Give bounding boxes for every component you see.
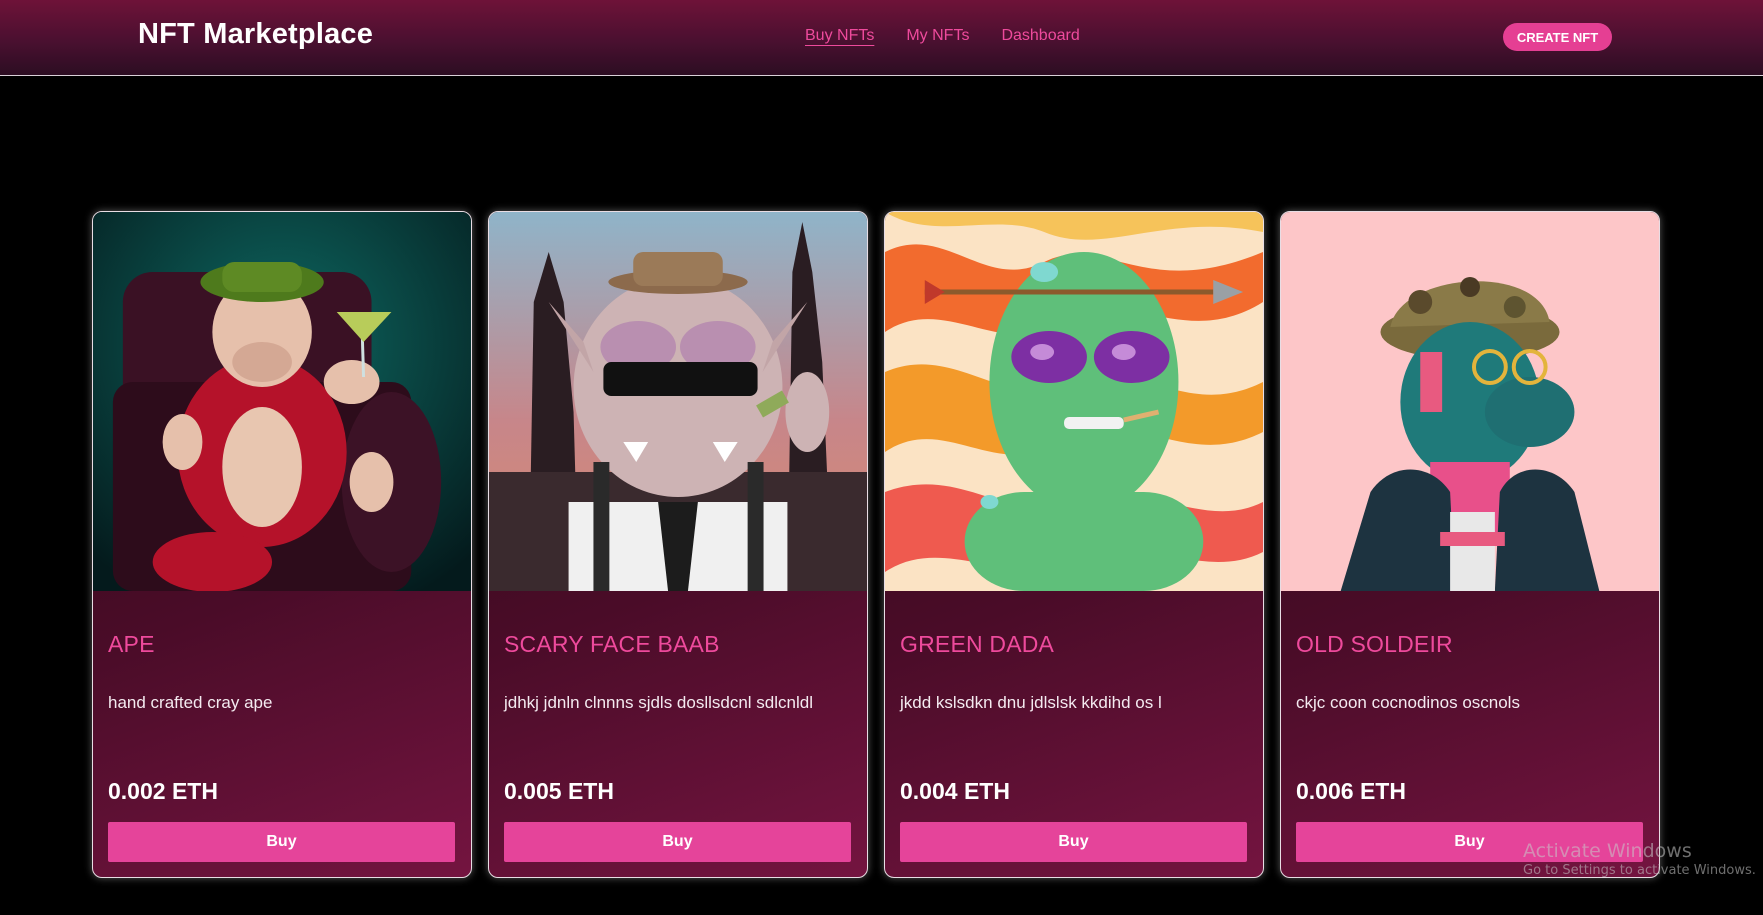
buy-button[interactable]: Buy [900,822,1247,862]
nav-links: Buy NFTs My NFTs Dashboard [805,27,1080,45]
nft-card: APE hand crafted cray ape 0.002 ETH Buy [92,211,472,878]
nft-card-title: GREEN DADA [900,631,1055,658]
navbar: NFT Marketplace Buy NFTs My NFTs Dashboa… [0,0,1763,76]
watermark-title: Activate Windows [1523,840,1692,862]
nft-card-title: APE [108,631,155,658]
activate-windows-watermark: Activate Windows Go to Settings to activ… [1523,840,1756,878]
nft-card-price: 0.006 ETH [1296,778,1406,804]
nft-card-description: jkdd kslsdkn dnu jdlslsk kkdihd os l [900,693,1162,712]
nft-card: SCARY FACE BAAB jdhkj jdnln clnnns sjdls… [488,211,868,878]
buy-button[interactable]: Buy [504,822,851,862]
green-alien-nft-image[interactable] [885,212,1263,591]
watermark-subtitle: Go to Settings to activate Windows. [1523,862,1756,878]
nft-card-title: OLD SOLDEIR [1296,631,1453,658]
ape-nft-image[interactable] [93,212,471,591]
nft-card-description: ckjc coon cocnodinos oscnols [1296,693,1520,712]
nft-card-price: 0.002 ETH [108,778,218,804]
nft-card: GREEN DADA jkdd kslsdkn dnu jdlslsk kkdi… [884,211,1264,878]
nft-card-description: jdhkj jdnln clnnns sjdls dosllsdcnl sdlc… [504,693,813,712]
nft-card-grid: APE hand crafted cray ape 0.002 ETH Buy [92,211,1660,878]
brand-title: NFT Marketplace [138,18,374,50]
buy-button[interactable]: Buy [108,822,455,862]
nav-link-dashboard[interactable]: Dashboard [1001,27,1079,45]
nft-card: OLD SOLDEIR ckjc coon cocnodinos oscnols… [1280,211,1660,878]
nft-card-description: hand crafted cray ape [108,693,273,712]
nav-link-buy-nfts[interactable]: Buy NFTs [805,27,874,45]
nft-card-title: SCARY FACE BAAB [504,631,720,658]
nft-card-price: 0.004 ETH [900,778,1010,804]
scary-face-nft-image[interactable] [489,212,867,591]
nft-card-price: 0.005 ETH [504,778,614,804]
old-soldier-nft-image[interactable] [1281,212,1659,591]
nav-link-my-nfts[interactable]: My NFTs [906,27,969,45]
create-nft-button[interactable]: CREATE NFT [1503,23,1612,51]
